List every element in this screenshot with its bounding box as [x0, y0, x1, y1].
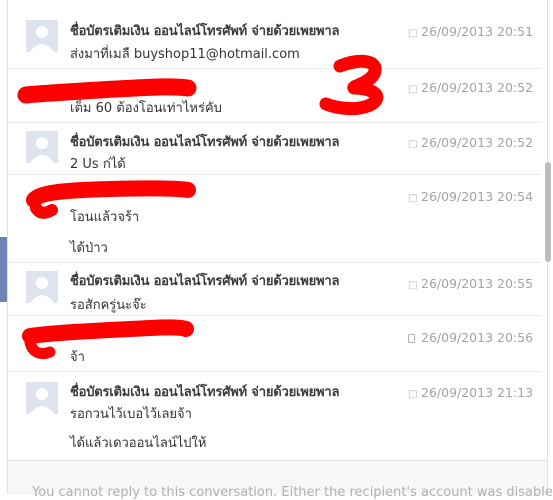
- redaction-overlay: [17, 54, 384, 360]
- redaction-scribble: [26, 180, 196, 208]
- redaction-scribble: [17, 78, 197, 104]
- redaction-scribble: [22, 319, 194, 344]
- redaction-scribble: [30, 202, 58, 219]
- redaction-scribble: [24, 336, 56, 360]
- redaction-scribble: [319, 54, 384, 116]
